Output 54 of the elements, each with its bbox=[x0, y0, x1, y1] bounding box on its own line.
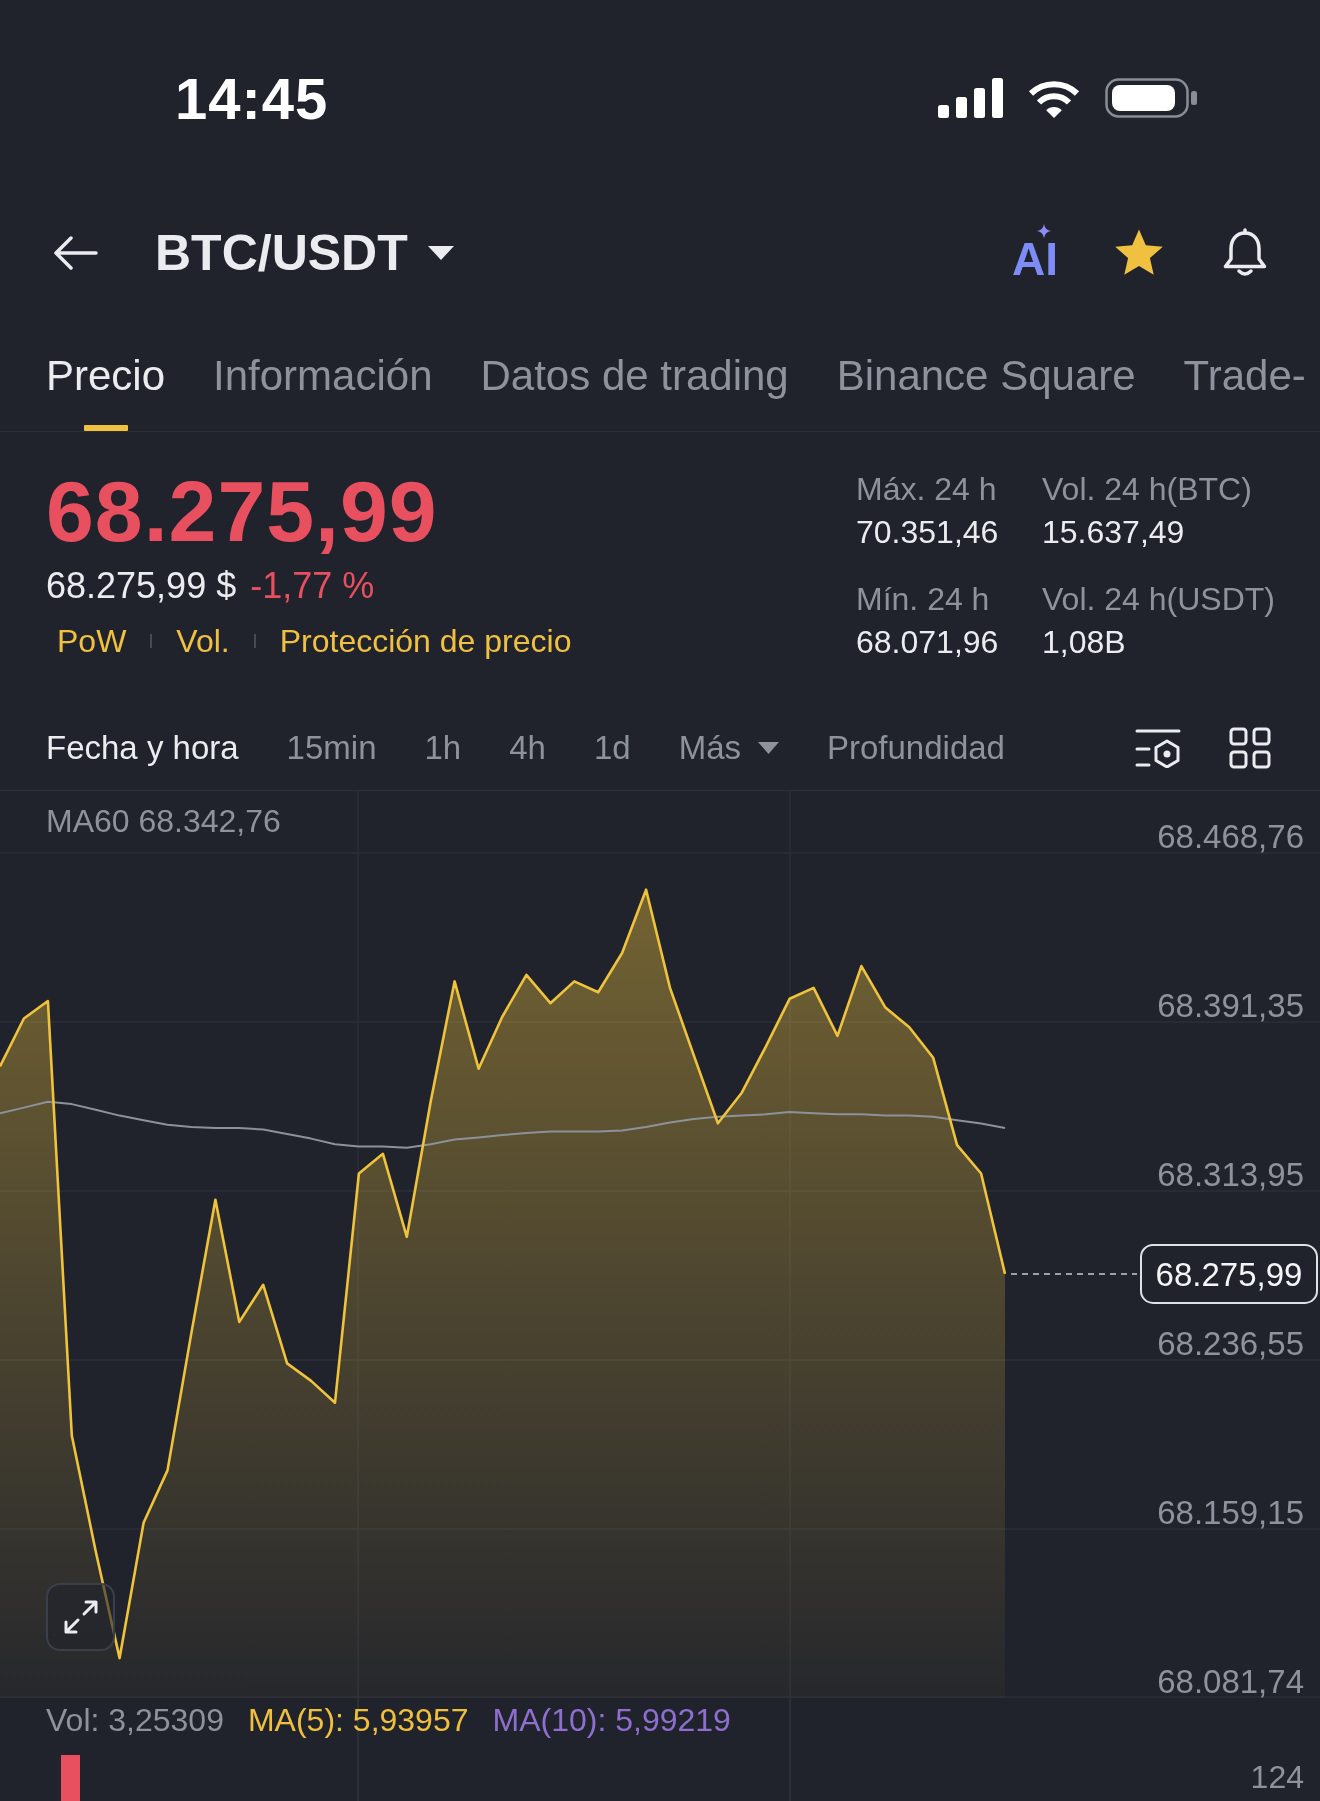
stat-label: Vol. 24 h(USDT) bbox=[1042, 580, 1276, 619]
caret-icon bbox=[758, 741, 779, 754]
y-axis-label: 68.391,35 bbox=[1157, 987, 1304, 1025]
stat-value: 70.351,46 bbox=[856, 513, 1000, 552]
interval-tab[interactable]: Profundidad bbox=[827, 725, 1005, 770]
interval-dropdown[interactable]: Más bbox=[678, 725, 779, 770]
stat-value: 1,08B bbox=[1042, 623, 1127, 662]
interval-tab[interactable]: 15min bbox=[286, 725, 377, 770]
pair-selector[interactable]: BTC/USDT bbox=[155, 224, 454, 282]
tab[interactable]: Binance Square bbox=[836, 346, 1136, 406]
tab[interactable]: Precio bbox=[46, 346, 166, 431]
interval-tab[interactable]: 4h bbox=[509, 725, 546, 770]
status-time: 14:45 bbox=[175, 64, 329, 132]
current-price-tag: 68.275,99 bbox=[1140, 1243, 1318, 1304]
price-change: -1,77 % bbox=[250, 566, 375, 606]
back-arrow-icon[interactable] bbox=[52, 235, 98, 271]
tag-link[interactable]: PoW bbox=[57, 621, 127, 661]
y-axis-label: 68.081,74 bbox=[1157, 1663, 1304, 1698]
stat-label: Mín. 24 h bbox=[856, 580, 991, 619]
interval-tab[interactable]: 1h bbox=[424, 725, 462, 770]
wifi-icon bbox=[1027, 78, 1081, 118]
y-axis-label: 68.468,76 bbox=[1157, 818, 1304, 856]
fullscreen-button[interactable] bbox=[46, 1583, 115, 1651]
tab[interactable]: Datos de trading bbox=[480, 346, 789, 406]
interval-tab[interactable]: 1d bbox=[593, 725, 631, 770]
volume-legend-item: Vol: 3,25309 bbox=[46, 1701, 224, 1739]
volume-legend-item: MA(10): 5,99219 bbox=[492, 1701, 731, 1739]
lines-hexagon-icon[interactable] bbox=[1135, 727, 1181, 768]
grid-icon[interactable] bbox=[1229, 726, 1271, 769]
fiat-price: 68.275,99 $ bbox=[46, 566, 237, 606]
y-axis-label: 68.313,95 bbox=[1157, 1156, 1304, 1194]
caret-icon bbox=[427, 246, 454, 260]
ai-button[interactable]: AI bbox=[1012, 224, 1058, 282]
star-icon[interactable] bbox=[1113, 228, 1165, 278]
interval-tab[interactable]: Fecha y hora bbox=[46, 725, 239, 770]
tab[interactable]: Trade- bbox=[1183, 346, 1306, 406]
volume-axis-label: 124 bbox=[1250, 1758, 1304, 1797]
stat-value: 15.637,49 bbox=[1042, 513, 1186, 552]
stat-label: Máx. 24 h bbox=[856, 470, 998, 509]
y-axis-label: 68.159,15 bbox=[1157, 1494, 1304, 1531]
battery-icon bbox=[1105, 78, 1198, 118]
tab[interactable]: Información bbox=[213, 346, 433, 406]
tag-link[interactable]: Protección de precio bbox=[279, 621, 572, 661]
expand-icon bbox=[62, 1599, 99, 1635]
tag-link[interactable]: Vol. bbox=[176, 621, 230, 661]
sparkle-icon bbox=[1037, 224, 1051, 238]
volume-legend-item: MA(5): 5,93957 bbox=[247, 1701, 469, 1739]
stat-value: 68.071,96 bbox=[856, 623, 1000, 662]
volume-bar bbox=[61, 1755, 80, 1801]
ma60-label: MA60 68.342,76 bbox=[46, 803, 281, 839]
stat-label: Vol. 24 h(BTC) bbox=[1042, 470, 1253, 509]
signal-icon bbox=[938, 78, 1003, 118]
y-axis-label: 68.236,55 bbox=[1157, 1325, 1304, 1363]
last-price: 68.275,99 bbox=[46, 466, 439, 556]
